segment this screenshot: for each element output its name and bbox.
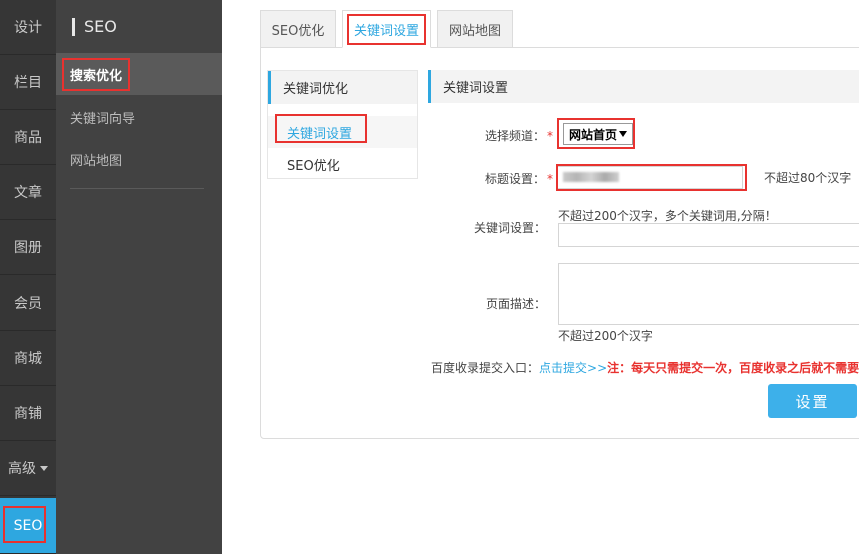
rail-item-label: 高级	[8, 461, 36, 477]
keyword-subnav: 关键词优化 关键词设置 SEO优化	[267, 70, 418, 179]
rail-item-design[interactable]: 设计	[0, 0, 56, 55]
title-hint: 不超过80个汉字	[764, 171, 852, 185]
rail-item-mall[interactable]: 商城	[0, 331, 56, 386]
rail-item-articles[interactable]: 文章	[0, 165, 56, 220]
form-header: 关键词设置	[428, 70, 859, 103]
rail-item-advanced[interactable]: 高级	[0, 441, 56, 496]
dropdown-arrow-icon	[619, 131, 627, 137]
rail-item-label: 图册	[14, 240, 42, 256]
rail-item-label: 商铺	[14, 406, 42, 422]
tab-keyword-settings[interactable]: 关键词设置	[342, 10, 431, 48]
title-label: 标题设置： *	[458, 170, 553, 187]
channel-label-text: 选择频道：	[484, 129, 545, 143]
rail-item-label: 商品	[14, 130, 42, 146]
subnav-item-seo-optimization[interactable]: SEO优化	[268, 148, 417, 180]
rail-item-label: 商城	[14, 351, 42, 367]
tab-seo-optimization[interactable]: SEO优化	[260, 10, 336, 48]
description-textarea[interactable]	[558, 263, 859, 325]
rail-item-shops[interactable]: 商铺	[0, 386, 56, 441]
rail-item-column[interactable]: 栏目	[0, 55, 56, 110]
submit-settings-button[interactable]: 设置	[768, 384, 857, 418]
required-mark: *	[547, 172, 553, 186]
main-nav-rail: 设计 栏目 商品 文章 图册 会员 商城 商铺 高级 SEO	[0, 0, 56, 554]
subnav-header-text: 关键词优化	[283, 82, 349, 97]
tab-sitemap[interactable]: 网站地图	[437, 10, 513, 48]
sidebar-title-text: SEO	[84, 17, 117, 36]
sidebar-item-sitemap[interactable]: 网站地图	[56, 138, 222, 180]
sidebar-item-search-optimization[interactable]: 搜索优化	[56, 53, 222, 95]
rail-item-label: 栏目	[14, 75, 42, 91]
rail-item-label: 会员	[14, 296, 42, 312]
rail-item-label: 文章	[14, 185, 42, 201]
baidu-note: 注：每天只需提交一次，百度收录之后就不需要重复提交了	[607, 361, 859, 375]
keywords-input[interactable]	[558, 223, 859, 247]
tab-label: 网站地图	[448, 23, 501, 39]
rail-item-albums[interactable]: 图册	[0, 220, 56, 275]
caret-down-icon	[40, 465, 48, 471]
sidebar-divider	[70, 188, 204, 189]
sidebar-item-label: 关键词向导	[70, 111, 136, 127]
rail-item-label: SEO	[13, 517, 43, 534]
sidebar-item-label: 搜索优化	[70, 68, 123, 84]
baidu-label: 百度收录提交入口：	[431, 361, 540, 375]
keywords-label: 关键词设置：	[473, 221, 546, 235]
subnav-item-keyword-settings[interactable]: 关键词设置	[268, 116, 417, 148]
seo-sidebar: SEO 搜索优化 关键词向导 网站地图	[56, 0, 222, 554]
description-hint: 不超过200个汉字	[558, 329, 653, 343]
channel-select-value: 网站首页	[569, 127, 618, 142]
subnav-item-label: 关键词设置	[287, 126, 353, 142]
rail-item-members[interactable]: 会员	[0, 276, 56, 331]
required-mark: *	[547, 129, 553, 143]
title-label-text: 标题设置：	[484, 172, 545, 186]
redacted-title-value	[563, 172, 619, 182]
keywords-hint: 不超过200个汉字，多个关键词用,分隔！	[558, 209, 777, 223]
sidebar-title: SEO	[72, 17, 117, 36]
sidebar-item-keyword-wizard[interactable]: 关键词向导	[56, 96, 222, 138]
tab-label: 关键词设置	[353, 23, 419, 39]
channel-label: 选择频道： *	[458, 127, 553, 144]
description-label: 页面描述：	[485, 297, 546, 311]
subnav-header: 关键词优化	[268, 71, 417, 104]
title-bar-icon	[72, 17, 75, 36]
rail-item-seo[interactable]: SEO	[0, 498, 56, 554]
tab-label: SEO优化	[271, 23, 325, 39]
channel-select[interactable]: 网站首页	[563, 123, 633, 145]
rail-item-products[interactable]: 商品	[0, 110, 56, 165]
subnav-item-label: SEO优化	[287, 158, 340, 174]
sidebar-item-label: 网站地图	[70, 153, 123, 169]
form-header-text: 关键词设置	[443, 81, 509, 96]
rail-item-label: 设计	[14, 20, 42, 36]
baidu-submit-link[interactable]: 点击提交>>	[539, 361, 607, 375]
baidu-submit-row: 百度收录提交入口：点击提交>>注：每天只需提交一次，百度收录之后就不需要重复提交…	[431, 359, 859, 376]
